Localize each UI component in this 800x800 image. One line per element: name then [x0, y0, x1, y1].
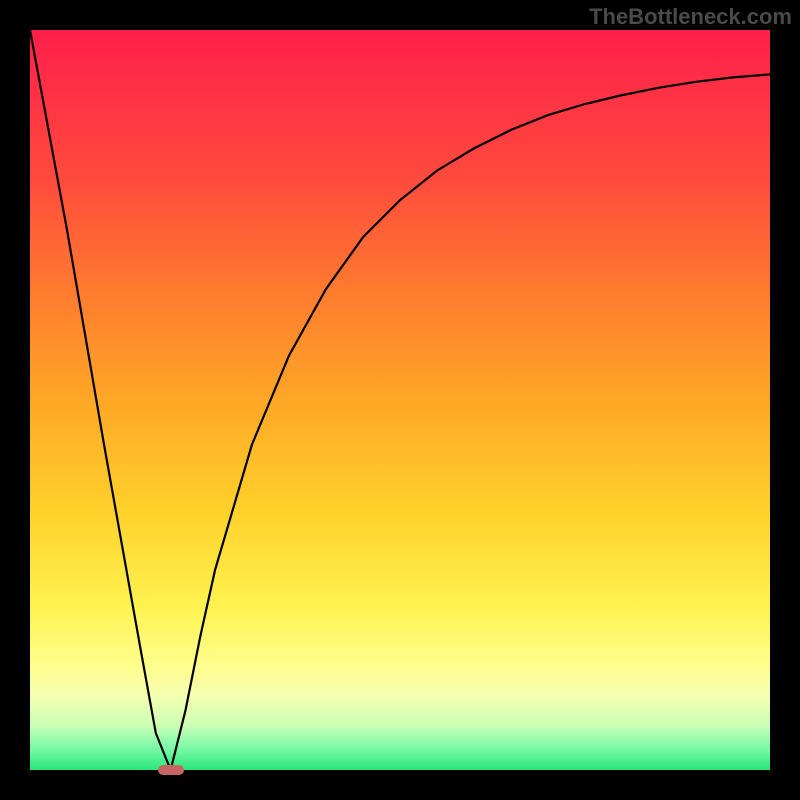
plot-area: [30, 30, 770, 770]
watermark-text: TheBottleneck.com: [589, 4, 792, 30]
optimal-marker: [158, 765, 184, 775]
bottleneck-curve: [30, 30, 770, 770]
curve-path: [30, 30, 770, 770]
chart-frame: TheBottleneck.com: [0, 0, 800, 800]
